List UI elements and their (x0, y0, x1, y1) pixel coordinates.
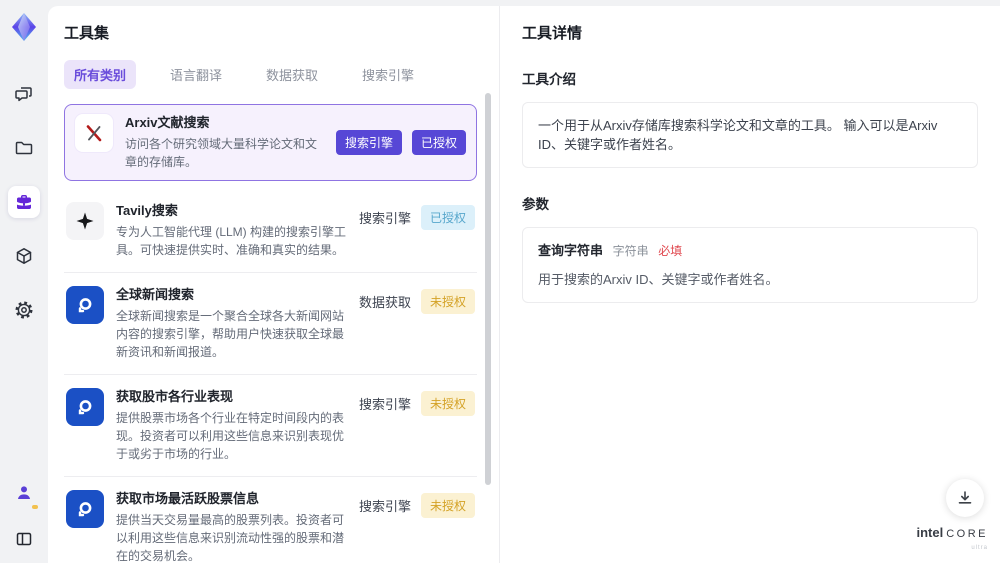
category-label: 搜索引擎 (358, 499, 411, 514)
folder-icon (14, 138, 34, 158)
category-tabs: 所有类别 语言翻译 数据获取 搜索引擎 (64, 60, 477, 89)
tab-language-translation[interactable]: 语言翻译 (160, 60, 232, 89)
tool-name: Arxiv文献搜索 (125, 115, 210, 130)
tool-name: 全球新闻搜索 (116, 287, 195, 302)
param-description: 用于搜索的Arxiv ID、关键字或作者姓名。 (538, 272, 779, 287)
stock-sector-logo-icon (66, 388, 104, 426)
briefcase-icon (14, 192, 34, 212)
sidebar-item-files[interactable] (8, 132, 40, 164)
param-header: 查询字符串 字符串 必填 (538, 241, 962, 261)
tool-name: 获取股市各行业表现 (116, 389, 234, 404)
sidebar-item-settings[interactable] (8, 294, 40, 326)
panel-toggle-icon (15, 530, 33, 548)
tool-list-panel: 工具集 所有类别 语言翻译 数据获取 搜索引擎 Arxiv文献搜索 访问各个研究… (48, 6, 500, 563)
tool-description: 提供股票市场各个行业在特定时间段内的表现。投资者可以利用这些信息来识别表现优于或… (116, 411, 345, 461)
download-icon (956, 489, 974, 507)
auth-badge: 已授权 (420, 205, 475, 230)
arxiv-logo-icon (75, 114, 113, 152)
auth-badge: 已授权 (411, 130, 466, 155)
core-series-text: ultra (971, 545, 988, 551)
tool-description: 专为人工智能代理 (LLM) 构建的搜索引擎工具。可快速提供实时、准确和真实的结… (116, 225, 347, 257)
sidebar-item-chat[interactable] (8, 78, 40, 110)
params-heading: 参数 (522, 197, 549, 212)
param-name: 查询字符串 (538, 243, 604, 258)
sidebar-item-packages[interactable] (8, 240, 40, 272)
auth-badge: 未授权 (420, 493, 475, 518)
auth-badge: 未授权 (420, 289, 475, 314)
category-label: 搜索引擎 (358, 211, 411, 226)
tab-data-acquisition[interactable]: 数据获取 (256, 60, 328, 89)
stock-active-logo-icon (66, 490, 104, 528)
tab-all-categories[interactable]: 所有类别 (64, 60, 137, 89)
param-box: 查询字符串 字符串 必填 用于搜索的Arxiv ID、关键字或作者姓名。 (522, 227, 978, 303)
list-scrollbar[interactable] (485, 93, 491, 485)
category-label: 数据获取 (358, 295, 411, 310)
tool-name: 获取市场最活跃股票信息 (116, 491, 260, 506)
sidebar-item-tools[interactable] (8, 186, 40, 218)
auth-badge: 未授权 (420, 391, 475, 416)
gear-icon (14, 300, 34, 320)
core-logo-text: CORE (946, 528, 988, 540)
user-icon (15, 484, 33, 502)
category-badge: 搜索引擎 (335, 130, 402, 155)
tool-list: Arxiv文献搜索 访问各个研究领域大量科学论文和文章的存储库。 搜索引擎 已授… (64, 104, 477, 563)
chat-icon (14, 84, 34, 104)
tool-card-global-news[interactable]: 全球新闻搜索 全球新闻搜索是一个聚合全球各大新闻网站内容的搜索引擎，帮助用户快速… (64, 273, 477, 375)
tool-detail-panel: 工具详情 工具介绍 一个用于从Arxiv存储库搜索科学论文和文章的工具。 输入可… (500, 6, 1000, 563)
main-surface: 工具集 所有类别 语言翻译 数据获取 搜索引擎 Arxiv文献搜索 访问各个研究… (48, 6, 1000, 563)
tool-description: 访问各个研究领域大量科学论文和文章的存储库。 (125, 137, 318, 169)
tavily-logo-icon (66, 202, 104, 240)
package-icon (14, 246, 34, 266)
intro-box: 一个用于从Arxiv存储库搜索科学论文和文章的工具。 输入可以是Arxiv ID… (522, 102, 978, 168)
param-required-flag: 必填 (658, 244, 683, 258)
user-avatar-button[interactable] (8, 477, 40, 509)
intro-heading: 工具介绍 (522, 72, 576, 87)
page-title: 工具集 (64, 25, 110, 42)
globalnews-logo-icon (66, 286, 104, 324)
app-logo-icon (7, 10, 41, 44)
intel-logo-text: intel (916, 525, 944, 540)
collapse-sidebar-button[interactable] (8, 523, 40, 555)
tool-card-active-stocks[interactable]: 获取市场最活跃股票信息 提供当天交易量最高的股票列表。投资者可以利用这些信息来识… (64, 477, 477, 563)
app-sidebar (0, 0, 48, 563)
tool-name: Tavily搜索 (116, 203, 178, 218)
download-button[interactable] (946, 479, 984, 517)
intel-core-logo: intel CORE ultra (916, 526, 988, 555)
param-type: 字符串 (612, 244, 649, 258)
tab-search-engine[interactable]: 搜索引擎 (352, 60, 424, 89)
tool-description: 全球新闻搜索是一个聚合全球各大新闻网站内容的搜索引擎，帮助用户快速获取全球最新资… (116, 309, 345, 359)
detail-title: 工具详情 (522, 25, 583, 42)
category-label: 搜索引擎 (358, 397, 411, 412)
tool-card-tavily[interactable]: Tavily搜索 专为人工智能代理 (LLM) 构建的搜索引擎工具。可快速提供实… (64, 189, 477, 273)
tool-description: 提供当天交易量最高的股票列表。投资者可以利用这些信息来识别流动性强的股票和潜在的… (116, 513, 345, 563)
user-status-badge (32, 505, 38, 509)
tool-card-stock-sector[interactable]: 获取股市各行业表现 提供股票市场各个行业在特定时间段内的表现。投资者可以利用这些… (64, 375, 477, 477)
tool-card-arxiv[interactable]: Arxiv文献搜索 访问各个研究领域大量科学论文和文章的存储库。 搜索引擎 已授… (64, 104, 477, 181)
